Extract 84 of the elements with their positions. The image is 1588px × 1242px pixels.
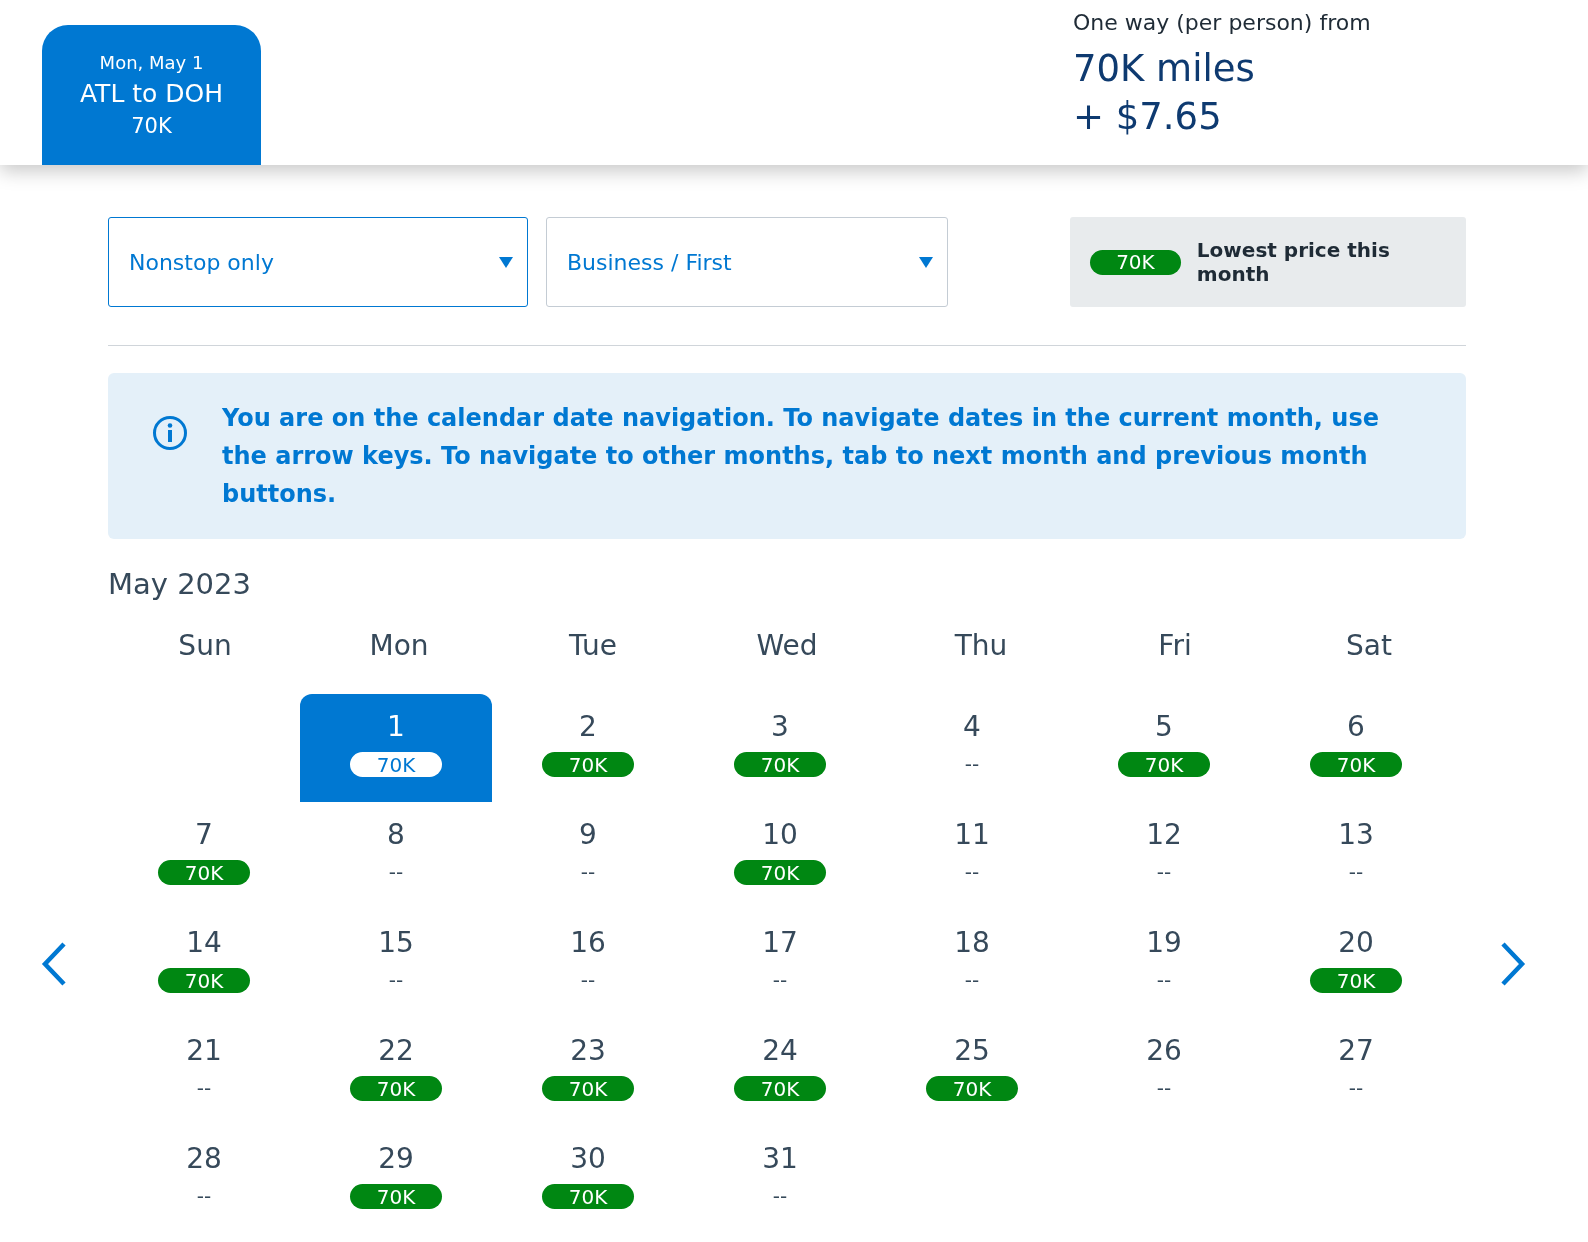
calendar-day[interactable]: 10 70K bbox=[684, 802, 876, 910]
price-badge: 70K bbox=[1310, 752, 1402, 777]
no-price: -- bbox=[772, 968, 788, 993]
no-price: -- bbox=[388, 860, 404, 885]
no-price: -- bbox=[388, 968, 404, 993]
calendar-day[interactable]: 28 -- bbox=[108, 1126, 300, 1234]
calendar-day[interactable]: 15 -- bbox=[300, 910, 492, 1018]
calendar-day[interactable]: 25 70K bbox=[876, 1018, 1068, 1126]
calendar-day[interactable]: 8 -- bbox=[300, 802, 492, 910]
weekday-label: Fri bbox=[1158, 629, 1192, 662]
calendar-day[interactable]: 7 70K bbox=[108, 802, 300, 910]
calendar-day[interactable]: 16 -- bbox=[492, 910, 684, 1018]
price-badge: 70K bbox=[734, 1076, 826, 1101]
calendar-day[interactable]: 27 -- bbox=[1260, 1018, 1452, 1126]
price-badge: 70K bbox=[350, 752, 442, 777]
fare-miles: 70K miles bbox=[1073, 46, 1256, 92]
calendar-day[interactable]: 1 70K bbox=[300, 694, 492, 802]
no-price: -- bbox=[1348, 860, 1364, 885]
weekday-label: Tue bbox=[569, 629, 617, 662]
calendar-day[interactable]: 5 70K bbox=[1068, 694, 1260, 802]
calendar-day[interactable]: 6 70K bbox=[1260, 694, 1452, 802]
price-badge: 70K bbox=[542, 1076, 634, 1101]
price-badge: 70K bbox=[542, 752, 634, 777]
no-price: -- bbox=[580, 860, 596, 885]
no-price: -- bbox=[580, 968, 596, 993]
no-price: -- bbox=[1348, 1076, 1364, 1101]
calendar-day[interactable]: 24 70K bbox=[684, 1018, 876, 1126]
calendar-day[interactable]: 11 -- bbox=[876, 802, 1068, 910]
no-price: -- bbox=[772, 1184, 788, 1209]
calendar-day[interactable]: 18 -- bbox=[876, 910, 1068, 1018]
calendar-day[interactable]: 31 -- bbox=[684, 1126, 876, 1234]
no-price: -- bbox=[1156, 860, 1172, 885]
no-price: -- bbox=[196, 1076, 212, 1101]
calendar-day[interactable]: 29 70K bbox=[300, 1126, 492, 1234]
calendar-day[interactable]: 30 70K bbox=[492, 1126, 684, 1234]
filter-dropdown[interactable]: Nonstop only bbox=[108, 217, 528, 307]
price-badge: 70K bbox=[542, 1184, 634, 1209]
calendar-day[interactable]: 12 -- bbox=[1068, 802, 1260, 910]
chevron-right-icon bbox=[1499, 941, 1527, 987]
calendar-day[interactable]: 14 70K bbox=[108, 910, 300, 1018]
no-price: -- bbox=[964, 968, 980, 993]
price-badge: 70K bbox=[158, 968, 250, 993]
legend-text: Lowest price this month bbox=[1196, 238, 1391, 286]
caret-icon bbox=[499, 256, 513, 268]
price-badge: 70K bbox=[350, 1076, 442, 1101]
no-price: -- bbox=[196, 1184, 212, 1209]
price-badge: 70K bbox=[1118, 752, 1210, 777]
no-price: -- bbox=[964, 860, 980, 885]
weekday-label: Mon bbox=[369, 629, 429, 662]
weekday-label: Sun bbox=[178, 629, 232, 662]
price-badge: 70K bbox=[926, 1076, 1018, 1101]
calendar-day[interactable]: 23 70K bbox=[492, 1018, 684, 1126]
calendar-day[interactable]: 3 70K bbox=[684, 694, 876, 802]
calendar-day[interactable]: 17 -- bbox=[684, 910, 876, 1018]
month-title: May 2023 bbox=[108, 567, 252, 601]
calendar-day[interactable]: 19 -- bbox=[1068, 910, 1260, 1018]
weekday-label: Wed bbox=[756, 629, 818, 662]
price-badge: 70K bbox=[734, 752, 826, 777]
calendar-day[interactable]: 20 70K bbox=[1260, 910, 1452, 1018]
price-badge: 70K bbox=[1090, 249, 1181, 275]
calendar-day[interactable]: 26 -- bbox=[1068, 1018, 1260, 1126]
chevron-left-icon bbox=[40, 941, 68, 987]
weekday-label: Sat bbox=[1346, 629, 1392, 662]
calendar-day[interactable]: 22 70K bbox=[300, 1018, 492, 1126]
price-badge: 70K bbox=[350, 1184, 442, 1209]
calendar-day[interactable]: 13 -- bbox=[1260, 802, 1452, 910]
weekday-label: Thu bbox=[954, 629, 1008, 662]
fare-taxes: + $7.65 bbox=[1073, 94, 1223, 140]
no-price: -- bbox=[1156, 968, 1172, 993]
no-price: -- bbox=[1156, 1076, 1172, 1101]
info-text: You are on the calendar date navigation. To navigate dates in the current month, use the arrow keys. To navigate to other months, tab to next month and previous month buttons. bbox=[222, 403, 1380, 510]
trip-tab[interactable]: Mon, May 1 ATL to DOH 70K bbox=[42, 25, 261, 165]
price-badge: 70K bbox=[158, 860, 250, 885]
caret-icon bbox=[919, 256, 933, 268]
calendar-day[interactable]: 2 70K bbox=[492, 694, 684, 802]
calendar-day[interactable]: 21 -- bbox=[108, 1018, 300, 1126]
price-badge: 70K bbox=[1310, 968, 1402, 993]
filter-dropdown[interactable]: Business / First bbox=[546, 217, 948, 307]
info-icon bbox=[152, 415, 188, 451]
calendar-day[interactable]: 4 -- bbox=[876, 694, 1068, 802]
calendar-day[interactable]: 9 -- bbox=[492, 802, 684, 910]
fare-label: One way (per person) from bbox=[1073, 10, 1372, 35]
price-badge: 70K bbox=[734, 860, 826, 885]
no-price: -- bbox=[964, 752, 980, 777]
